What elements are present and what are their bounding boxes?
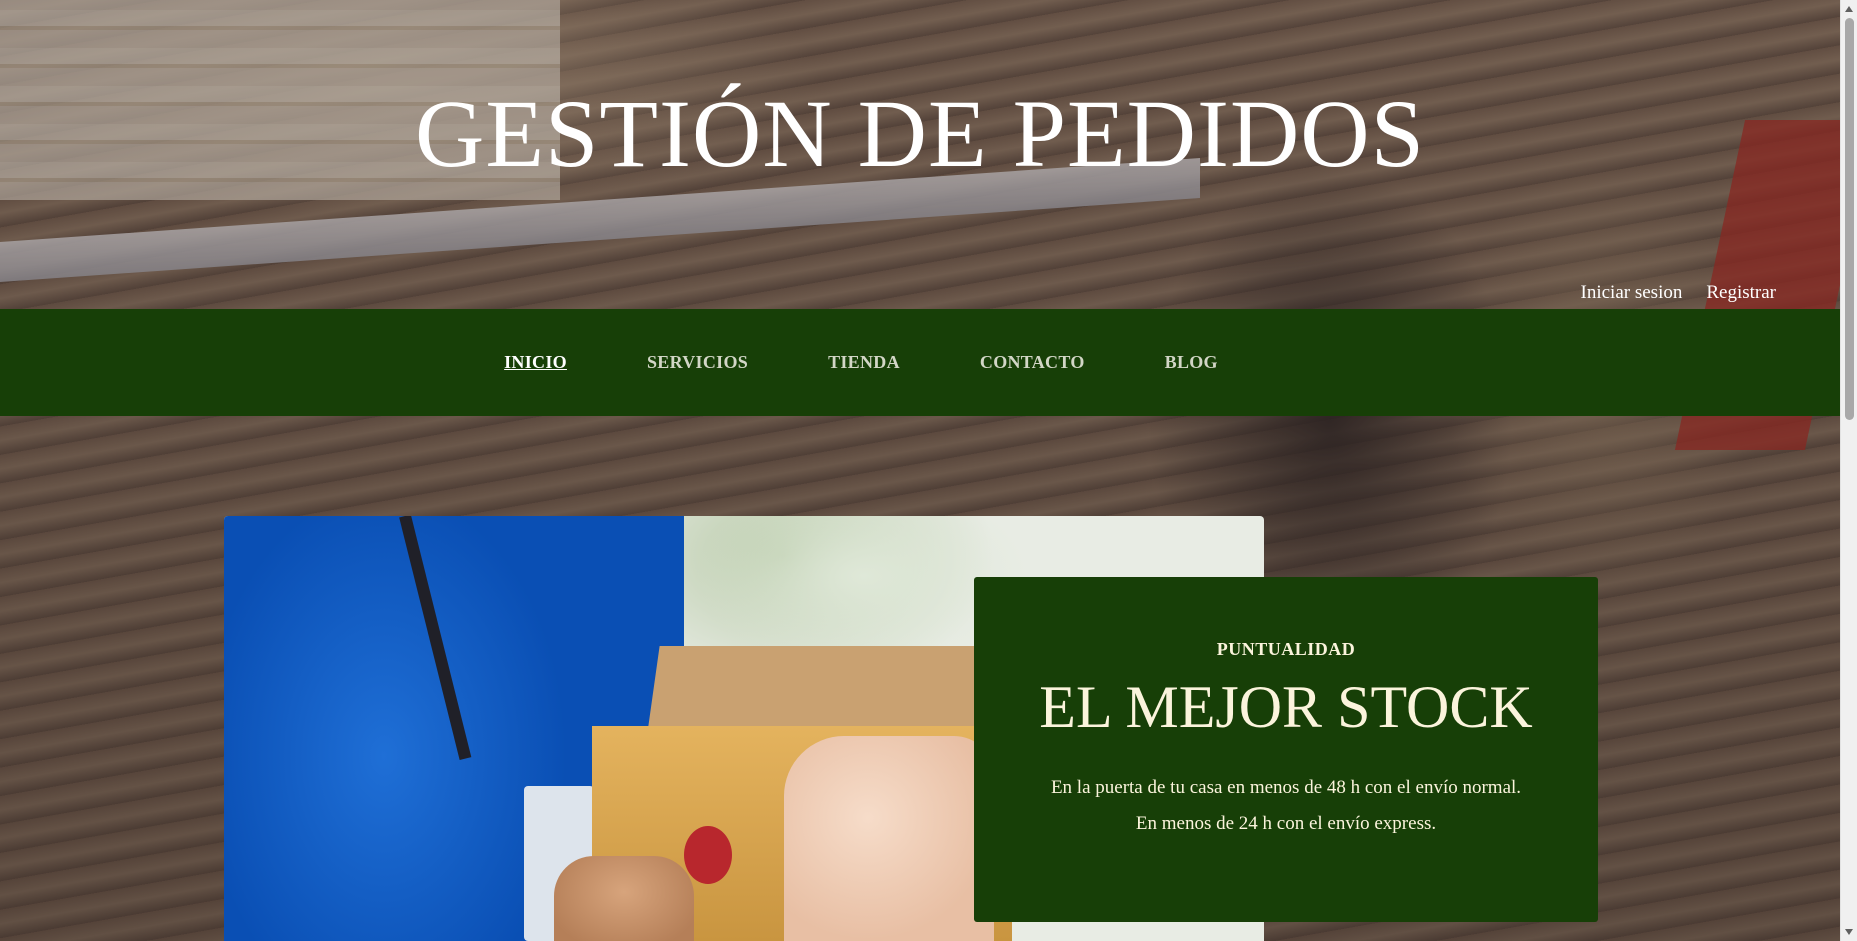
hero-text-line-1: En la puerta de tu casa en menos de 48 h…: [1050, 777, 1522, 798]
photo-parcel-sticker: [684, 826, 732, 884]
hero-kicker: PUNTUALIDAD: [1216, 639, 1356, 659]
nav-item-inicio[interactable]: INICIO: [504, 352, 567, 372]
nav-item-tienda[interactable]: TIENDA: [828, 352, 900, 372]
nav-list: INICIO SERVICIOS TIENDA CONTACTO BLOG: [504, 352, 1218, 373]
hero-text-line-2: En menos de 24 h con el envío express.: [1135, 813, 1437, 834]
hero-headline: EL MEJOR STOCK: [1039, 674, 1533, 740]
photo-top-parcel: [648, 646, 1000, 726]
login-link[interactable]: Iniciar sesion: [1581, 282, 1683, 304]
photo-customer-hand: [784, 736, 994, 941]
scroll-down-arrow-icon[interactable]: [1845, 929, 1853, 935]
nav-item-contacto[interactable]: CONTACTO: [980, 352, 1085, 372]
page-scrollbar[interactable]: [1840, 0, 1857, 941]
auth-links: Iniciar sesion Registrar: [1581, 282, 1776, 304]
nav-item-servicios[interactable]: SERVICIOS: [647, 352, 748, 372]
scroll-up-arrow-icon[interactable]: [1845, 6, 1853, 12]
register-link[interactable]: Registrar: [1706, 282, 1776, 304]
site-title: GESTIÓN DE PEDIDOS: [415, 80, 1425, 187]
hero-card: PUNTUALIDAD EL MEJOR STOCK En la puerta …: [974, 577, 1598, 922]
scrollbar-thumb[interactable]: [1845, 18, 1854, 420]
main-navigation: INICIO SERVICIOS TIENDA CONTACTO BLOG: [0, 309, 1840, 416]
photo-courier-hand: [554, 856, 694, 941]
nav-item-blog[interactable]: BLOG: [1165, 352, 1218, 372]
